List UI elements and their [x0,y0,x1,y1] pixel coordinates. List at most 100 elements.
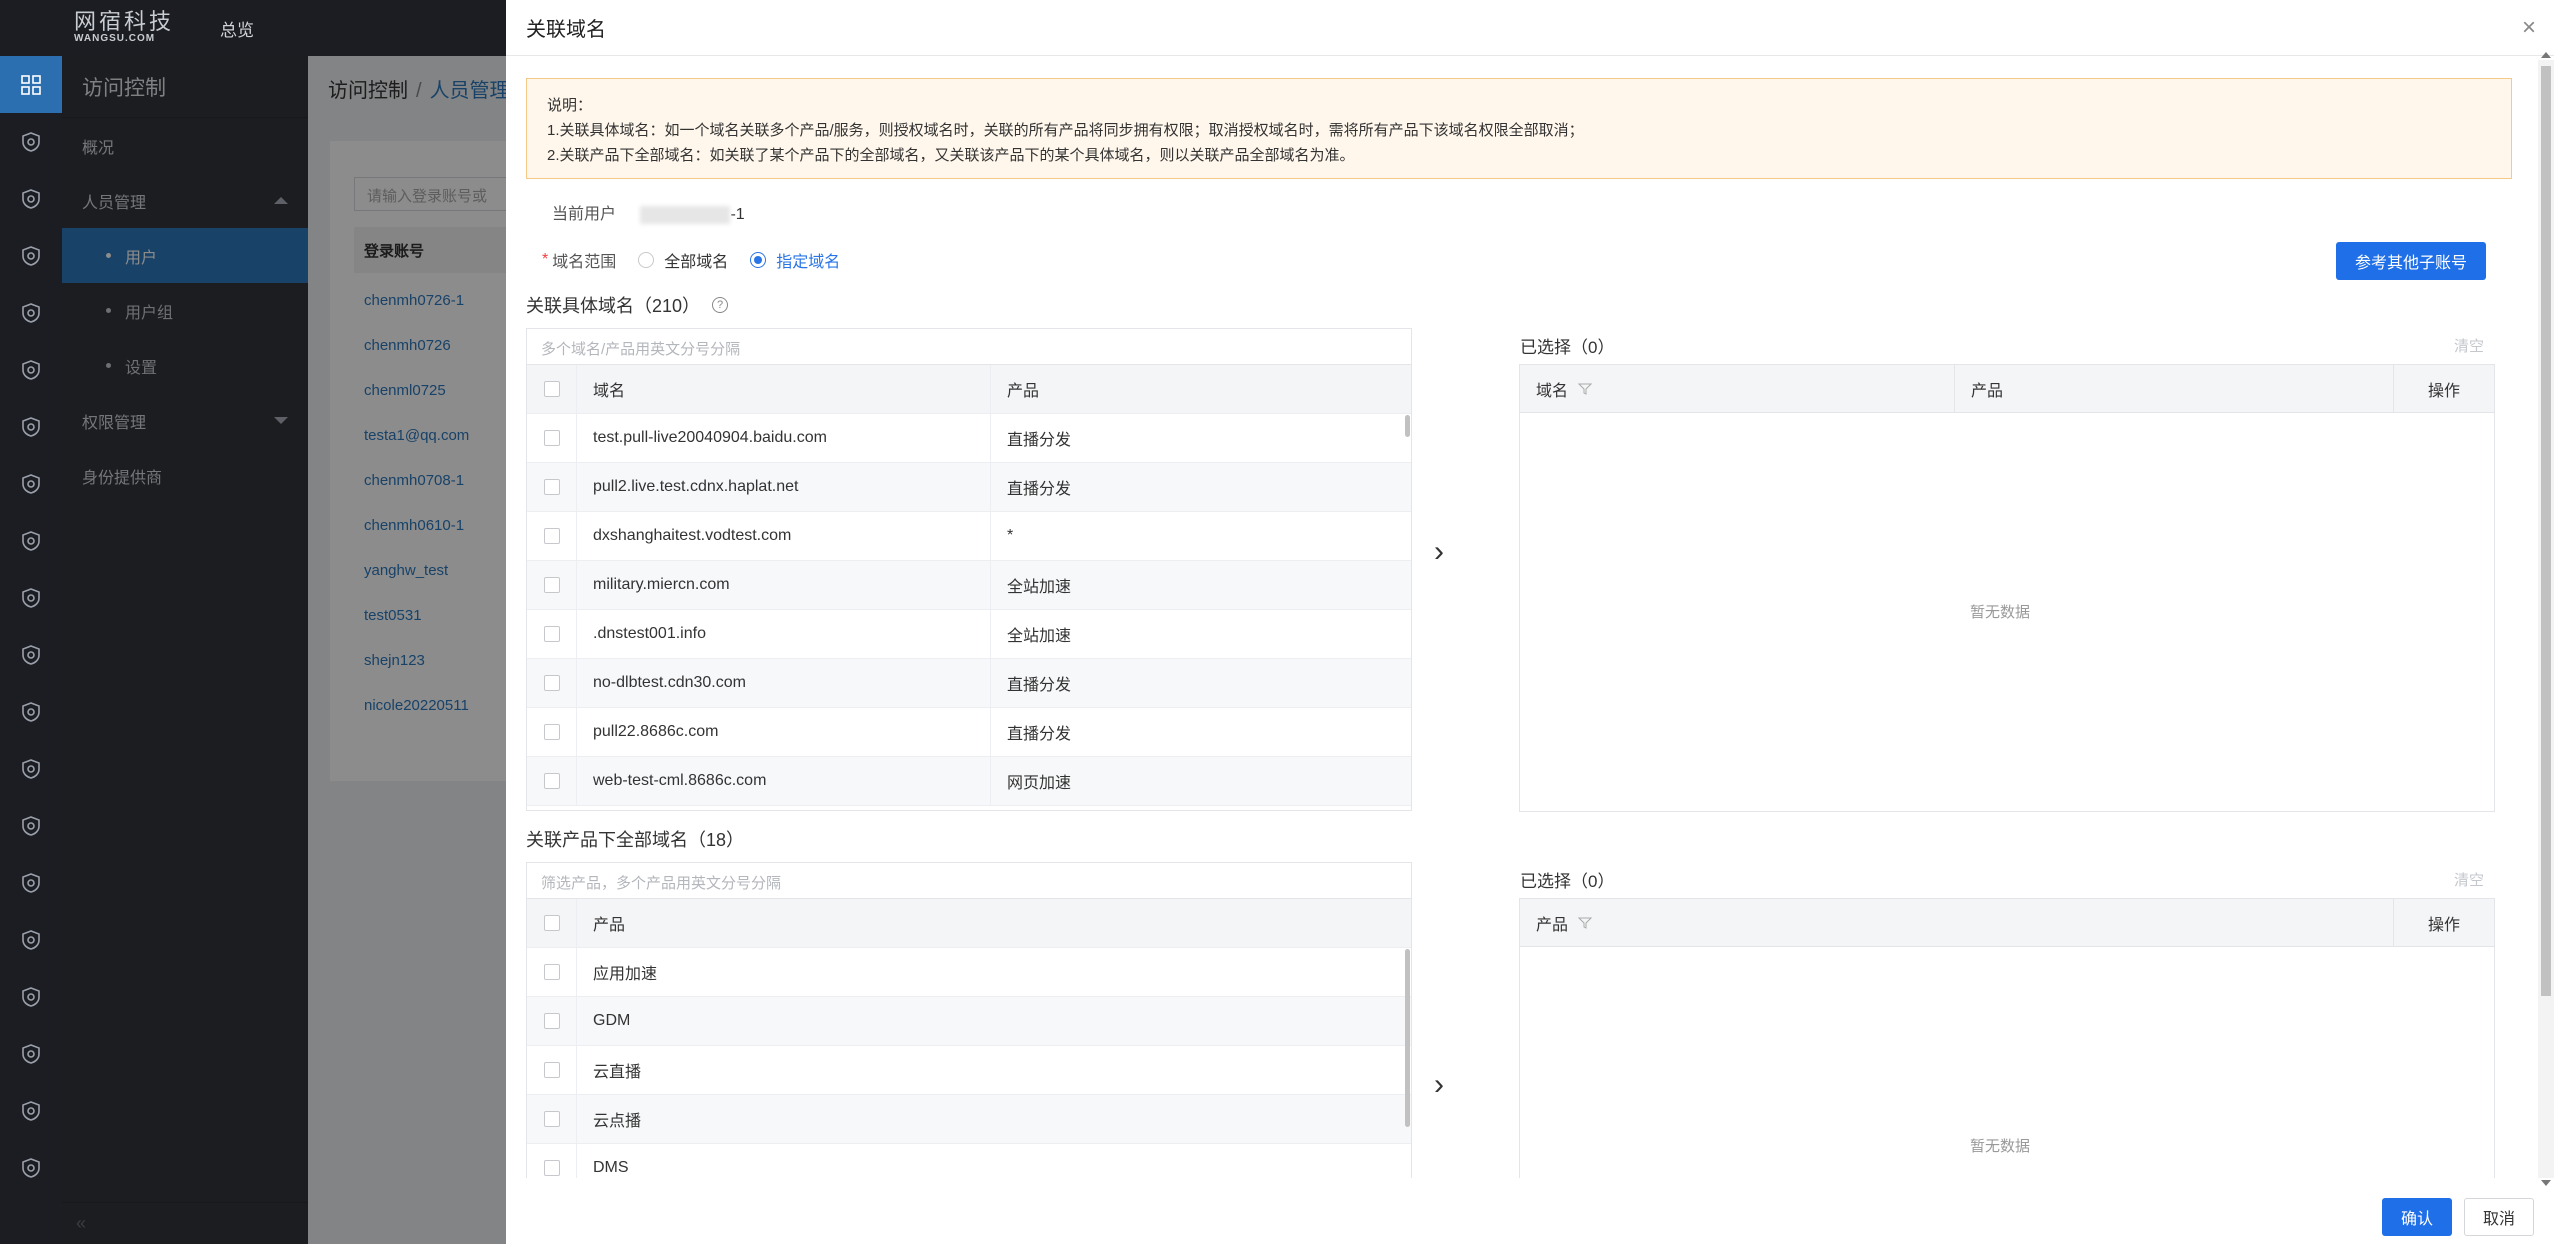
current-user-value: -1 [730,206,745,223]
radio-circle-icon [638,252,655,268]
column-header-product: 产品 [593,917,626,934]
drive-icon[interactable] [0,911,62,968]
transfer-right-button[interactable]: › [1434,535,1444,569]
transfer-right-button[interactable]: › [1434,1068,1444,1102]
database-icon[interactable] [0,683,62,740]
product-cell: 直播分发 [1007,677,1072,694]
table-row[interactable]: .dnstest001.info 全站加速 [527,610,1411,659]
column-header-product: 产品 [1007,383,1040,400]
table-scrollbar[interactable] [1405,949,1410,1127]
clear-domains-link[interactable]: 清空 [2454,335,2484,356]
grid-icon[interactable] [0,56,62,113]
shield-check-icon[interactable] [0,512,62,569]
selected-products-table: 产品 操作 暂无数据 [1519,898,2495,1178]
table-row[interactable]: test.pull-live20040904.baidu.com 直播分发 [527,414,1411,463]
row-checkbox[interactable] [543,528,560,544]
table-row[interactable]: 云点播 [527,1095,1411,1144]
row-checkbox[interactable] [543,1160,560,1176]
scrollbar-thumb[interactable] [2541,66,2551,996]
domain-cell: pull22.8686c.com [577,708,991,756]
help-icon[interactable]: ? [712,297,729,313]
product-cell: 直播分发 [1007,726,1072,743]
badge-icon[interactable] [0,170,62,227]
shield-icon[interactable] [0,113,62,170]
domain-cell: .dnstest001.info [577,610,991,658]
domain-cell: dxshanghaitest.vodtest.com [577,512,991,560]
shield-alt-icon[interactable] [0,1139,62,1196]
table-header-row: 域名 产品 操作 [1520,365,2494,413]
domain-filter-input[interactable]: 多个域名/产品用英文分号分隔 [527,329,1411,365]
table-row[interactable]: GDM [527,997,1411,1046]
table-row[interactable]: dxshanghaitest.vodtest.com * [527,512,1411,561]
product-cell: 云直播 [593,1064,642,1081]
row-checkbox[interactable] [543,1062,560,1078]
table-header-row: 产品 操作 [1520,899,2494,947]
current-user-label: 当前用户 [552,206,617,223]
close-icon[interactable]: × [2522,14,2536,42]
cancel-button[interactable]: 取消 [2464,1198,2534,1236]
monitor-icon[interactable] [0,569,62,626]
table-row[interactable]: pull2.live.test.cdnx.haplat.net 直播分发 [527,463,1411,512]
cloud-lock-icon[interactable] [0,797,62,854]
product-cell: GDM [593,1012,631,1029]
notice-box: 说明： 1.关联具体域名：如一个域名关联多个产品/服务，则授权域名时，关联的所有… [526,78,2512,179]
table-row[interactable]: DMS [527,1144,1411,1178]
cloud-gear-icon[interactable] [0,1025,62,1082]
badge-icon-2[interactable] [0,398,62,455]
row-checkbox[interactable] [543,773,560,789]
domain-scope-row: * 域名范围 全部域名 指定域名 [542,248,840,272]
confirm-button[interactable]: 确认 [2382,1198,2452,1236]
table-scrollbar[interactable] [1405,415,1410,437]
reference-other-account-button[interactable]: 参考其他子账号 [2336,242,2486,280]
scroll-down-arrow-icon[interactable] [2541,1180,2551,1186]
row-checkbox[interactable] [543,1013,560,1029]
row-checkbox[interactable] [543,1111,560,1127]
table-row[interactable]: web-test-cml.8686c.com 网页加速 [527,757,1411,806]
terminal-icon[interactable] [0,854,62,911]
column-header-action: 操作 [2427,382,2460,400]
row-checkbox[interactable] [543,675,560,691]
badge-icon-3[interactable] [0,455,62,512]
radio-label: 全部域名 [664,254,729,271]
product-filter-input[interactable]: 筛选产品，多个产品用英文分号分隔 [527,863,1411,899]
row-checkbox[interactable] [543,430,560,446]
filter-icon[interactable] [1578,917,1593,929]
row-checkbox[interactable] [543,577,560,593]
column-header-domain: 域名 [1536,382,1569,400]
table-row[interactable]: military.miercn.com 全站加速 [527,561,1411,610]
overview-link[interactable]: 总览 [220,16,254,41]
table-row[interactable]: 应用加速 [527,948,1411,997]
cluster-icon[interactable] [0,227,62,284]
radio-checked-icon [750,252,767,268]
section-title-text: 关联具体域名（210） [526,296,701,316]
table-row[interactable]: no-dlbtest.cdn30.com 直播分发 [527,659,1411,708]
products-section-title: 关联产品下全部域名（18） [526,826,744,852]
empty-state: 暂无数据 [1970,1138,2031,1155]
scroll-up-arrow-icon[interactable] [2541,52,2551,58]
notice-line: 1.关联具体域名：如一个域名关联多个产品/服务，则授权域名时，关联的所有产品将同… [547,122,1584,139]
row-checkbox[interactable] [543,724,560,740]
gauge-icon[interactable] [0,626,62,683]
cluster-icon-3[interactable] [0,341,62,398]
cluster-icon-2[interactable] [0,284,62,341]
select-all-checkbox[interactable] [543,381,560,397]
chart-icon[interactable] [0,740,62,797]
scope-all-radio[interactable]: 全部域名 [638,248,728,272]
row-checkbox[interactable] [543,479,560,495]
domain-cell: pull2.live.test.cdnx.haplat.net [577,463,991,511]
search-box-icon[interactable] [0,968,62,1025]
clear-products-link[interactable]: 清空 [2454,869,2484,890]
drawer-footer: 确认 取消 [506,1188,2554,1244]
select-all-checkbox[interactable] [543,915,560,931]
drawer-scrollbar[interactable] [2538,52,2554,1186]
column-header-domain: 域名 [577,365,991,413]
product-cell: 直播分发 [1007,481,1072,498]
table-row[interactable]: 云直播 [527,1046,1411,1095]
domains-table: 多个域名/产品用英文分号分隔 域名 产品 test.pull-live20040… [526,328,1412,811]
row-checkbox[interactable] [543,626,560,642]
row-checkbox[interactable] [543,964,560,980]
filter-icon[interactable] [1578,383,1593,395]
table-row[interactable]: pull22.8686c.com 直播分发 [527,708,1411,757]
w-icon[interactable] [0,1082,62,1139]
scope-specified-radio[interactable]: 指定域名 [750,248,840,272]
